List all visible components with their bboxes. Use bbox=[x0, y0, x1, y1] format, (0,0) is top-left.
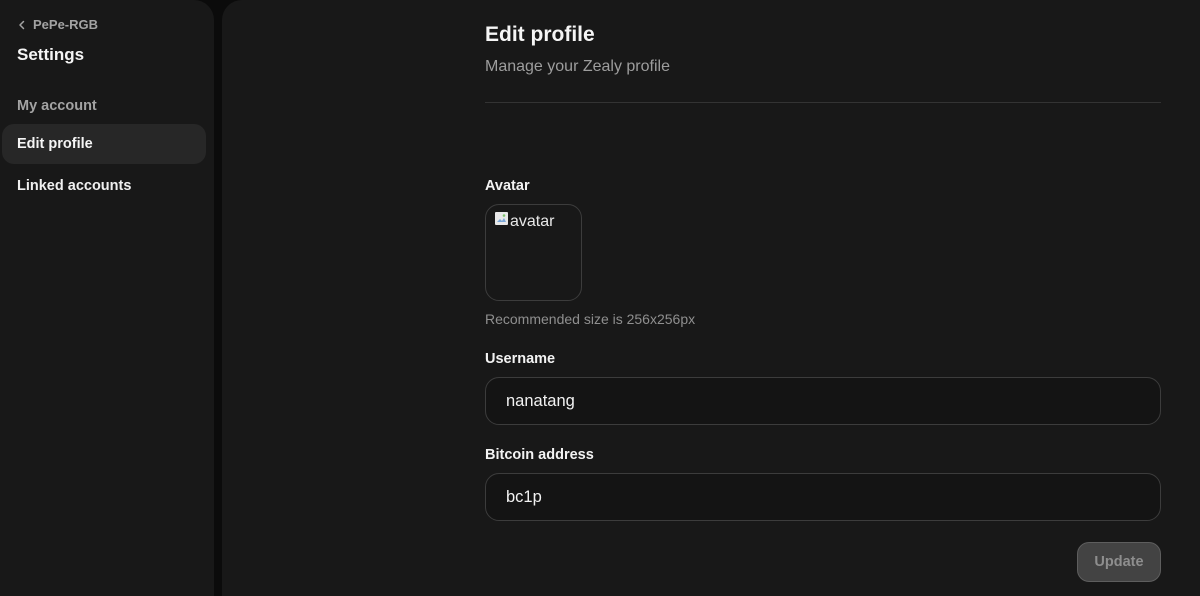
avatar-image: avatar bbox=[494, 211, 581, 231]
sidebar-item-my-account[interactable]: My account bbox=[2, 86, 206, 126]
settings-app: PePe-RGB Settings My account Edit profil… bbox=[0, 0, 1200, 596]
username-input[interactable] bbox=[485, 377, 1161, 425]
settings-sidebar: PePe-RGB Settings My account Edit profil… bbox=[0, 0, 214, 596]
avatar-label: Avatar bbox=[485, 178, 530, 194]
back-to-community-link[interactable]: PePe-RGB bbox=[17, 17, 98, 32]
avatar-size-hint: Recommended size is 256x256px bbox=[485, 311, 696, 327]
broken-image-icon bbox=[494, 211, 510, 227]
sidebar-item-linked-accounts[interactable]: Linked accounts bbox=[2, 166, 206, 206]
sidebar-item-label: Linked accounts bbox=[17, 178, 132, 194]
settings-title: Settings bbox=[17, 45, 85, 64]
avatar-alt-text: avatar bbox=[510, 213, 555, 230]
page-subtitle: Manage your Zealy profile bbox=[485, 58, 670, 75]
username-label: Username bbox=[485, 351, 556, 367]
back-link-label: PePe-RGB bbox=[33, 17, 99, 32]
section-divider bbox=[485, 102, 1161, 103]
bitcoin-address-input[interactable] bbox=[485, 473, 1161, 521]
sidebar-item-label: Edit profile bbox=[17, 136, 93, 152]
avatar-upload[interactable]: avatar bbox=[485, 204, 582, 301]
chevron-left-icon bbox=[17, 20, 27, 30]
page-title: Edit profile bbox=[485, 23, 595, 46]
edit-profile-panel: Edit profile Manage your Zealy profile A… bbox=[222, 0, 1200, 596]
sidebar-item-edit-profile[interactable]: Edit profile bbox=[2, 124, 206, 164]
sidebar-item-label: My account bbox=[17, 98, 97, 114]
update-button[interactable]: Update bbox=[1077, 542, 1161, 582]
bitcoin-address-label: Bitcoin address bbox=[485, 447, 594, 463]
